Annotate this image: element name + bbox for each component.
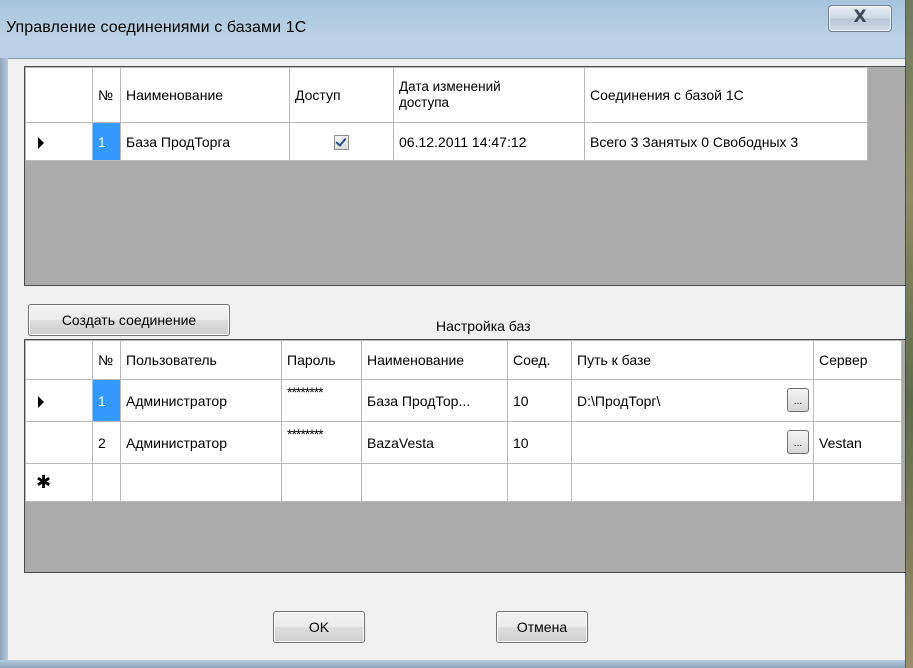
col-header-access[interactable]: Доступ bbox=[289, 67, 394, 123]
current-row-arrow-icon bbox=[38, 395, 44, 408]
connections-grid[interactable]: № Наименование Доступ Дата изменений дост… bbox=[24, 66, 906, 286]
header-date-line1: Дата изменений bbox=[399, 79, 501, 94]
cell-name[interactable] bbox=[361, 463, 508, 502]
ok-button[interactable]: OK bbox=[273, 611, 365, 643]
close-button[interactable]: X bbox=[828, 5, 892, 32]
col-header-password[interactable]: Пароль bbox=[281, 340, 362, 380]
cell-user[interactable]: Администратор bbox=[120, 421, 282, 464]
cancel-button[interactable]: Отмена bbox=[496, 611, 588, 643]
current-row-arrow-icon bbox=[38, 136, 44, 149]
create-connection-button[interactable]: Создать соединение bbox=[28, 304, 230, 336]
dialog-client-area: № Наименование Доступ Дата изменений дост… bbox=[8, 58, 906, 661]
settings-label: Настройка баз bbox=[436, 318, 531, 334]
cell-number[interactable]: 1 bbox=[92, 122, 121, 161]
cell-conn[interactable]: 10 bbox=[507, 379, 572, 422]
window-frame-bottom bbox=[0, 660, 905, 668]
new-row-star-icon: ✱ bbox=[36, 472, 52, 493]
title-bar[interactable]: Управление соединениями с базами 1С X bbox=[0, 0, 905, 58]
col-header-connections[interactable]: Соединения с базой 1С bbox=[584, 67, 868, 123]
col-header-name[interactable]: Наименование bbox=[361, 340, 508, 380]
dialog-window: Управление соединениями с базами 1С X № … bbox=[0, 0, 906, 668]
cell-number[interactable]: 1 bbox=[92, 379, 121, 422]
col-header-server[interactable]: Сервер bbox=[813, 340, 902, 380]
settings-header-row: № Пользователь Пароль Наименование Соед.… bbox=[25, 340, 902, 380]
col-header-path[interactable]: Путь к базе bbox=[571, 340, 814, 380]
cell-password[interactable]: ******** bbox=[281, 379, 362, 422]
row-header-corner bbox=[25, 340, 93, 380]
connections-header-row: № Наименование Доступ Дата изменений дост… bbox=[25, 67, 868, 123]
cell-path[interactable]: ... bbox=[571, 421, 814, 464]
col-header-conn[interactable]: Соед. bbox=[507, 340, 572, 380]
browse-path-button[interactable]: ... bbox=[787, 388, 809, 412]
header-date-line2: доступа bbox=[399, 95, 450, 110]
cell-number[interactable]: 2 bbox=[92, 421, 121, 464]
cell-server[interactable] bbox=[813, 463, 902, 502]
cell-connections[interactable]: Всего 3 Занятых 0 Свободных 3 bbox=[584, 122, 868, 161]
col-header-name[interactable]: Наименование bbox=[120, 67, 290, 123]
cell-name[interactable]: База ПродТор... bbox=[361, 379, 508, 422]
cell-conn[interactable]: 10 bbox=[507, 421, 572, 464]
row-selector[interactable]: ✱ bbox=[25, 463, 93, 502]
cell-access[interactable] bbox=[289, 122, 394, 161]
close-icon: X bbox=[853, 7, 867, 27]
col-header-access-date[interactable]: Дата изменений доступа bbox=[393, 67, 585, 123]
cell-password[interactable]: ******** bbox=[281, 421, 362, 464]
col-header-number[interactable]: № bbox=[92, 340, 121, 380]
cell-server[interactable] bbox=[813, 379, 902, 422]
settings-new-row[interactable]: ✱ bbox=[25, 463, 902, 502]
col-header-number[interactable]: № bbox=[92, 67, 121, 123]
cell-user[interactable]: Администратор bbox=[120, 379, 282, 422]
row-selector[interactable] bbox=[25, 421, 93, 464]
settings-row[interactable]: 1 Администратор ******** База ПродТор...… bbox=[25, 379, 902, 422]
cell-path[interactable]: D:\ПродТорг\... bbox=[571, 379, 814, 422]
cell-conn[interactable] bbox=[507, 463, 572, 502]
connections-row[interactable]: 1 База ПродТорга 06.12.2011 14:47:12 Все… bbox=[25, 122, 868, 161]
cell-path[interactable] bbox=[571, 463, 814, 502]
access-checkbox[interactable] bbox=[334, 134, 349, 150]
desktop-background bbox=[905, 0, 913, 668]
path-text: D:\ПродТорг\ bbox=[577, 392, 661, 409]
row-header-corner bbox=[25, 67, 93, 123]
browse-path-button[interactable]: ... bbox=[787, 430, 809, 454]
settings-row[interactable]: 2 Администратор ******** BazaVesta 10 ..… bbox=[25, 421, 902, 464]
window-title: Управление соединениями с базами 1С bbox=[6, 19, 307, 36]
settings-grid[interactable]: № Пользователь Пароль Наименование Соед.… bbox=[24, 339, 906, 573]
cell-user[interactable] bbox=[120, 463, 282, 502]
window-frame-left bbox=[0, 58, 8, 660]
cell-number[interactable] bbox=[92, 463, 121, 502]
row-selector[interactable] bbox=[25, 122, 93, 161]
cell-password[interactable] bbox=[281, 463, 362, 502]
cell-name[interactable]: База ПродТорга bbox=[120, 122, 290, 161]
cell-name[interactable]: BazaVesta bbox=[361, 421, 508, 464]
cell-server[interactable]: Vestan bbox=[813, 421, 902, 464]
row-selector[interactable] bbox=[25, 379, 93, 422]
col-header-user[interactable]: Пользователь bbox=[120, 340, 282, 380]
cell-access-date[interactable]: 06.12.2011 14:47:12 bbox=[393, 122, 585, 161]
